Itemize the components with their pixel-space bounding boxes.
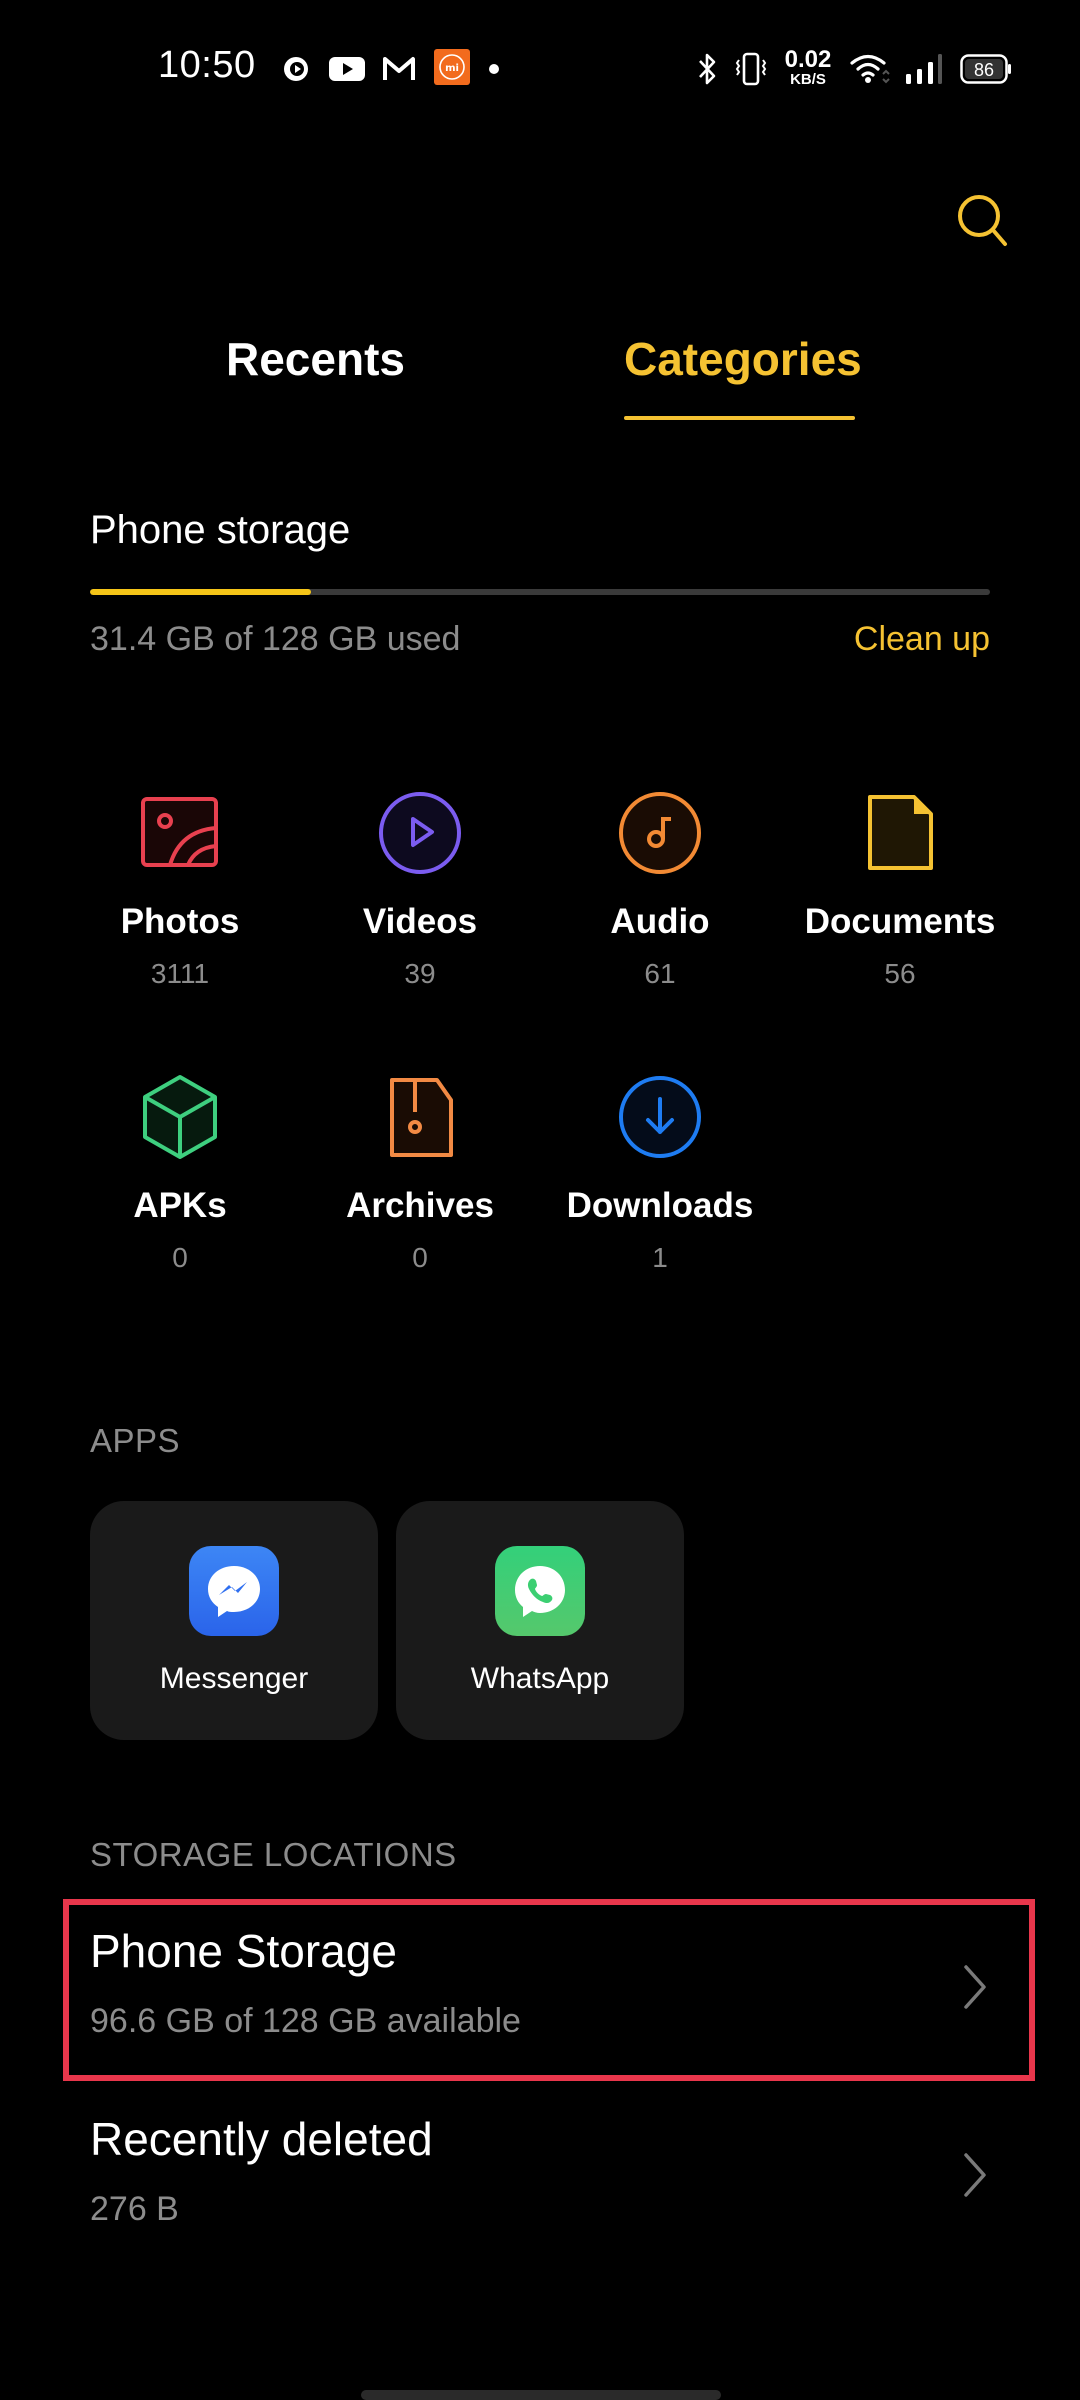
messenger-icon [189, 1546, 279, 1636]
battery-icon: 86 [960, 52, 1012, 86]
category-count: 56 [884, 958, 916, 989]
category-documents[interactable]: Documents 56 [780, 788, 1020, 990]
apps-section-label: APPS [90, 1422, 181, 1459]
chevron-right-icon [964, 1965, 986, 2009]
app-name: Messenger [159, 1662, 309, 1695]
category-name: Videos [362, 902, 478, 941]
app-card-whatsapp[interactable]: WhatsApp [396, 1501, 684, 1740]
category-count: 0 [172, 1242, 188, 1273]
signal-icon [904, 52, 944, 86]
category-name: Downloads [566, 1186, 754, 1225]
bluetooth-icon [694, 52, 720, 86]
category-archives[interactable]: Archives 0 [300, 1072, 540, 1274]
more-dot-icon [488, 52, 500, 86]
category-downloads[interactable]: Downloads 1 [540, 1072, 780, 1274]
location-subtitle: 276 B [90, 2190, 179, 2228]
storage-progress-fill [90, 589, 311, 595]
whatsapp-icon [495, 1546, 585, 1636]
cube-icon [143, 1075, 217, 1159]
network-speed-value: 0.02 [784, 46, 832, 73]
location-title: Recently deleted [90, 2113, 433, 2165]
network-speed: 0.02 KB/S [780, 46, 836, 88]
status-bar: 10:50 mi 0.02 KB/S 86 [0, 0, 1080, 140]
app-name: WhatsApp [470, 1662, 610, 1695]
document-icon [868, 795, 933, 870]
music-note-icon [619, 792, 701, 874]
location-title: Phone Storage [90, 1925, 397, 1977]
tab-bar: Recents Categories [0, 320, 1080, 430]
download-icon [619, 1076, 701, 1158]
active-tab-indicator [624, 416, 855, 420]
play-circle-icon [379, 792, 461, 874]
storage-locations-label: STORAGE LOCATIONS [90, 1836, 457, 1873]
vibrate-icon [734, 52, 768, 86]
category-count: 1 [652, 1242, 668, 1273]
category-photos[interactable]: Photos 3111 [60, 788, 300, 990]
tab-recents[interactable]: Recents [226, 332, 405, 386]
category-count: 3111 [150, 958, 210, 989]
svg-text:mi: mi [445, 63, 459, 74]
recorder-icon [282, 52, 310, 86]
archive-icon [390, 1078, 453, 1157]
location-subtitle: 96.6 GB of 128 GB available [90, 2002, 521, 2040]
search-button[interactable] [955, 192, 1011, 248]
category-count: 0 [412, 1242, 428, 1273]
mi-app-icon: mi [434, 49, 470, 85]
gmail-icon [382, 52, 416, 86]
category-name: Photos [120, 902, 240, 941]
category-name: Documents [804, 902, 996, 941]
status-time: 10:50 [158, 44, 256, 86]
chevron-right-icon [964, 2153, 986, 2197]
tab-categories[interactable]: Categories [624, 332, 862, 386]
app-card-messenger[interactable]: Messenger [90, 1501, 378, 1740]
home-indicator[interactable] [361, 2390, 721, 2400]
category-videos[interactable]: Videos 39 [300, 788, 540, 990]
youtube-icon [328, 52, 366, 86]
category-count: 39 [404, 958, 436, 989]
category-count: 61 [644, 958, 676, 989]
storage-progress-bar [90, 589, 990, 595]
storage-location-recently-deleted[interactable]: Recently deleted 276 B [0, 2090, 1080, 2270]
clean-up-button[interactable]: Clean up [854, 620, 990, 659]
search-icon [958, 195, 1007, 246]
battery-level: 86 [974, 60, 994, 80]
category-name: Audio [610, 902, 710, 941]
category-audio[interactable]: Audio 61 [540, 788, 780, 990]
network-speed-unit: KB/S [790, 71, 826, 88]
category-name: Archives [346, 1186, 494, 1225]
storage-location-phone-storage[interactable]: Phone Storage 96.6 GB of 128 GB availabl… [0, 1902, 1080, 2082]
category-name: APKs [133, 1186, 227, 1225]
wifi-icon [850, 52, 890, 86]
storage-title: Phone storage [90, 508, 351, 552]
photo-icon [141, 797, 218, 867]
storage-used-text: 31.4 GB of 128 GB used [90, 620, 461, 658]
category-apks[interactable]: APKs 0 [60, 1072, 300, 1274]
